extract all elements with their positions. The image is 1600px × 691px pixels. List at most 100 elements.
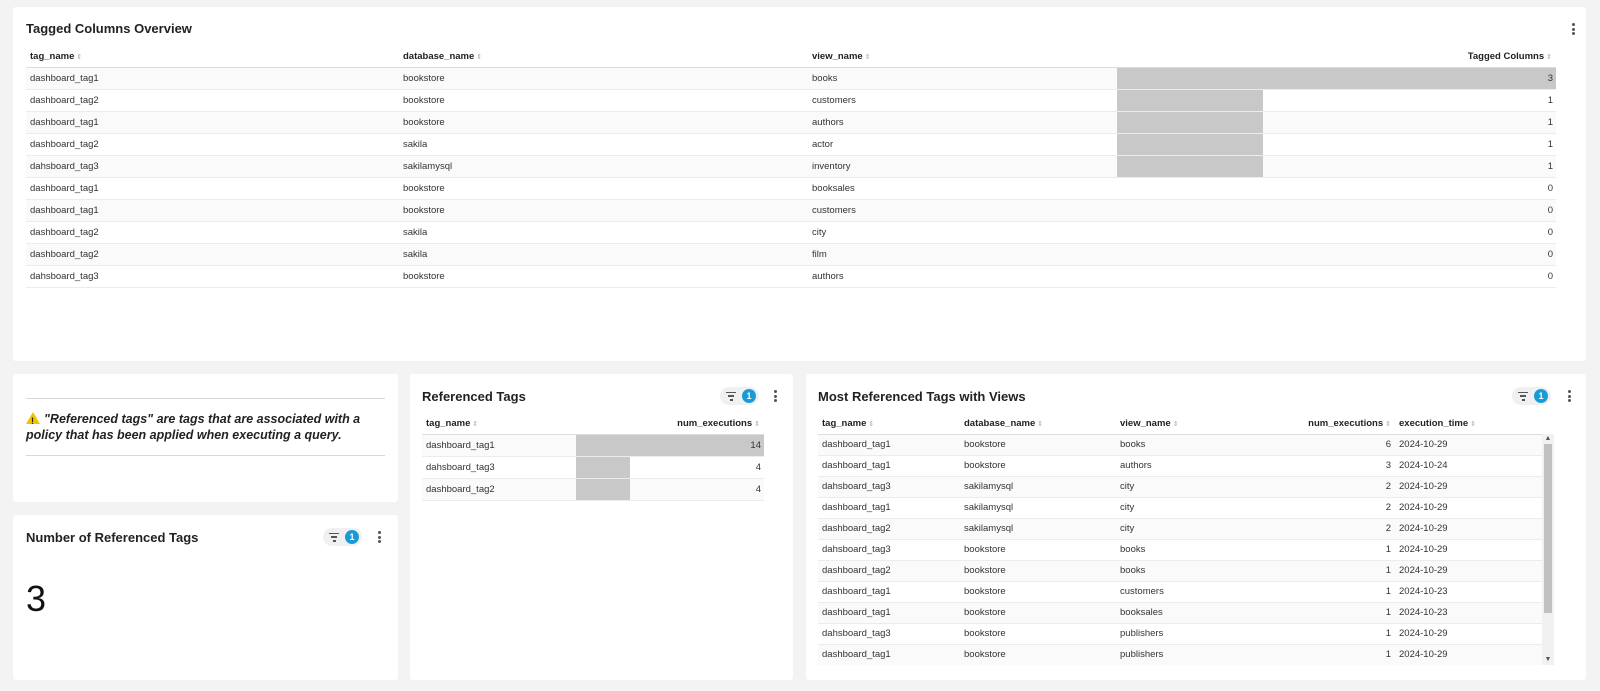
- most-referenced-scrollbar[interactable]: ▲ ▼: [1542, 434, 1554, 665]
- column-header-execution-time[interactable]: execution_time ⇕: [1395, 414, 1542, 435]
- table-cell: bookstore: [960, 644, 1116, 665]
- filter-icon: [329, 532, 339, 542]
- table-row[interactable]: dashboard_tag2 4: [422, 478, 764, 501]
- most-referenced-more-icon[interactable]: [1563, 388, 1575, 404]
- table-row[interactable]: dashboard_tag2 bookstore books 1 2024-10-29: [818, 560, 1542, 582]
- number-referenced-tags-more-icon[interactable]: [373, 529, 385, 545]
- table-cell: publishers: [1116, 644, 1233, 665]
- table-row[interactable]: dashboard_tag1 bookstore booksales 1 2024-10…: [818, 602, 1542, 624]
- column-header-database-name[interactable]: database_name ⇕: [399, 47, 808, 68]
- column-header-num-executions[interactable]: num_executions ⇕: [1233, 414, 1395, 435]
- tagged-columns-more-icon[interactable]: [1567, 21, 1579, 37]
- table-row[interactable]: dashboard_tag1 bookstore authors 1: [26, 111, 1556, 134]
- number-referenced-tags-filter-button[interactable]: 1: [323, 528, 362, 546]
- table-row[interactable]: dahsboard_tag3 sakilamysql inventory 1: [26, 155, 1556, 178]
- table-cell: dashboard_tag2: [26, 89, 399, 112]
- sort-icon[interactable]: ⇕: [754, 421, 760, 428]
- table-cell: sakila: [399, 221, 808, 244]
- table-cell: 2024-10-24: [1395, 455, 1542, 477]
- table-row[interactable]: dashboard_tag2 bookstore customers 1: [26, 89, 1556, 112]
- table-row[interactable]: dashboard_tag1 sakilamysql city 2 2024-10-29: [818, 497, 1542, 519]
- sort-icon[interactable]: ⇕: [1173, 421, 1179, 428]
- table-cell: books: [1116, 560, 1233, 582]
- most-referenced-filter-button[interactable]: 1: [1512, 387, 1551, 405]
- table-cell: dashboard_tag1: [26, 111, 399, 134]
- scroll-up-arrow-icon[interactable]: ▲: [1542, 434, 1554, 444]
- column-header-label: Tagged Columns: [1467, 51, 1545, 63]
- table-row[interactable]: dashboard_tag2 sakila city 0: [26, 221, 1556, 244]
- sort-icon[interactable]: ⇕: [472, 421, 478, 428]
- table-row[interactable]: dashboard_tag1 bookstore books 3: [26, 67, 1556, 90]
- scrollbar-thumb[interactable]: [1544, 444, 1552, 613]
- table-cell: bookstore: [399, 199, 808, 222]
- table-row[interactable]: dashboard_tag1 bookstore publishers 1 2024-1…: [818, 644, 1542, 665]
- table-row[interactable]: dahsboard_tag3 bookstore publishers 1 2024-1…: [818, 623, 1542, 645]
- sort-icon[interactable]: ⇕: [1385, 421, 1391, 428]
- tagged-columns-table: tag_name ⇕ database_name ⇕ view_name ⇕ Tagged …: [26, 47, 1556, 288]
- column-header-num-executions[interactable]: num_executions ⇕: [576, 414, 764, 435]
- table-row[interactable]: dashboard_tag1 bookstore customers 1 2024-10…: [818, 581, 1542, 603]
- number-referenced-tags-card: Number of Referenced Tags 1 3: [13, 515, 398, 680]
- table-cell: 2024-10-23: [1395, 581, 1542, 603]
- table-row[interactable]: dashboard_tag1 bookstore booksales 0: [26, 177, 1556, 200]
- table-cell: 2024-10-29: [1395, 434, 1542, 456]
- sort-icon[interactable]: ⇕: [865, 54, 871, 61]
- bar-cell: 0: [1117, 199, 1556, 222]
- bar-cell: 1: [1117, 89, 1556, 112]
- sort-icon[interactable]: ⇕: [868, 421, 874, 428]
- table-row[interactable]: dashboard_tag1 bookstore authors 3 2024-10-2…: [818, 455, 1542, 477]
- column-header-tag-name[interactable]: tag_name ⇕: [26, 47, 399, 68]
- table-cell: publishers: [1116, 623, 1233, 645]
- column-header-label: tag_name: [822, 418, 867, 430]
- table-cell: bookstore: [960, 455, 1116, 477]
- bar-cell: 0: [1117, 221, 1556, 244]
- column-header-view-name[interactable]: view_name ⇕: [1116, 414, 1233, 435]
- table-cell: city: [808, 221, 1117, 244]
- table-cell: authors: [808, 111, 1117, 134]
- table-row[interactable]: dashboard_tag2 sakila actor 1: [26, 133, 1556, 156]
- table-row[interactable]: dashboard_tag1 14: [422, 434, 764, 457]
- bar-cell: 1: [1117, 133, 1556, 156]
- cell-value: 1: [1547, 116, 1553, 128]
- sort-icon[interactable]: ⇕: [476, 54, 482, 61]
- referenced-tags-title: Referenced Tags: [422, 389, 526, 404]
- table-row[interactable]: dahsboard_tag3 sakilamysql city 2 2024-10-29: [818, 476, 1542, 498]
- sort-icon[interactable]: ⇕: [1037, 421, 1043, 428]
- most-referenced-title: Most Referenced Tags with Views: [818, 389, 1026, 404]
- column-header-tag-name[interactable]: tag_name ⇕: [818, 414, 960, 435]
- column-header-database-name[interactable]: database_name ⇕: [960, 414, 1116, 435]
- table-row[interactable]: dashboard_tag1 bookstore customers 0: [26, 199, 1556, 222]
- table-cell: dashboard_tag1: [818, 455, 960, 477]
- table-cell: city: [1116, 476, 1233, 498]
- scroll-down-arrow-icon[interactable]: ▼: [1542, 655, 1554, 665]
- table-cell: bookstore: [960, 623, 1116, 645]
- table-cell: 3: [1233, 455, 1395, 477]
- table-row[interactable]: dahsboard_tag3 bookstore books 1 2024-10-29: [818, 539, 1542, 561]
- table-row[interactable]: dahsboard_tag3 bookstore authors 0: [26, 265, 1556, 288]
- table-cell: sakila: [399, 243, 808, 266]
- referenced-tags-more-icon[interactable]: [769, 388, 781, 404]
- table-cell: dashboard_tag1: [818, 581, 960, 603]
- table-row[interactable]: dashboard_tag2 sakilamysql city 2 2024-10-29: [818, 518, 1542, 540]
- table-row[interactable]: dashboard_tag1 bookstore books 6 2024-10-29: [818, 434, 1542, 456]
- tagged-columns-card: Tagged Columns Overview tag_name ⇕ databas…: [13, 7, 1586, 361]
- referenced-tags-card: Referenced Tags 1 tag_name ⇕ num_execution…: [410, 374, 793, 680]
- sort-icon[interactable]: ⇕: [1546, 54, 1552, 61]
- column-header-tag-name[interactable]: tag_name ⇕: [422, 414, 576, 435]
- referenced-tags-table: tag_name ⇕ num_executions ⇕ dashboard_tag1 1…: [422, 414, 764, 501]
- table-cell: customers: [1116, 581, 1233, 603]
- sort-icon[interactable]: ⇕: [1470, 421, 1476, 428]
- table-cell: 2024-10-29: [1395, 476, 1542, 498]
- table-cell: city: [1116, 497, 1233, 519]
- table-cell: dashboard_tag2: [26, 133, 399, 156]
- column-header-tagged-columns[interactable]: Tagged Columns ⇕: [1117, 47, 1556, 68]
- table-cell: 2024-10-23: [1395, 602, 1542, 624]
- table-row[interactable]: dahsboard_tag3 4: [422, 456, 764, 479]
- table-cell: 1: [1233, 623, 1395, 645]
- column-header-view-name[interactable]: view_name ⇕: [808, 47, 1117, 68]
- table-row[interactable]: dashboard_tag2 sakila film 0: [26, 243, 1556, 266]
- sort-icon[interactable]: ⇕: [76, 54, 82, 61]
- table-cell: 2024-10-29: [1395, 497, 1542, 519]
- note-card: "Referenced tags" are tags that are asso…: [13, 374, 398, 502]
- referenced-tags-filter-button[interactable]: 1: [720, 387, 759, 405]
